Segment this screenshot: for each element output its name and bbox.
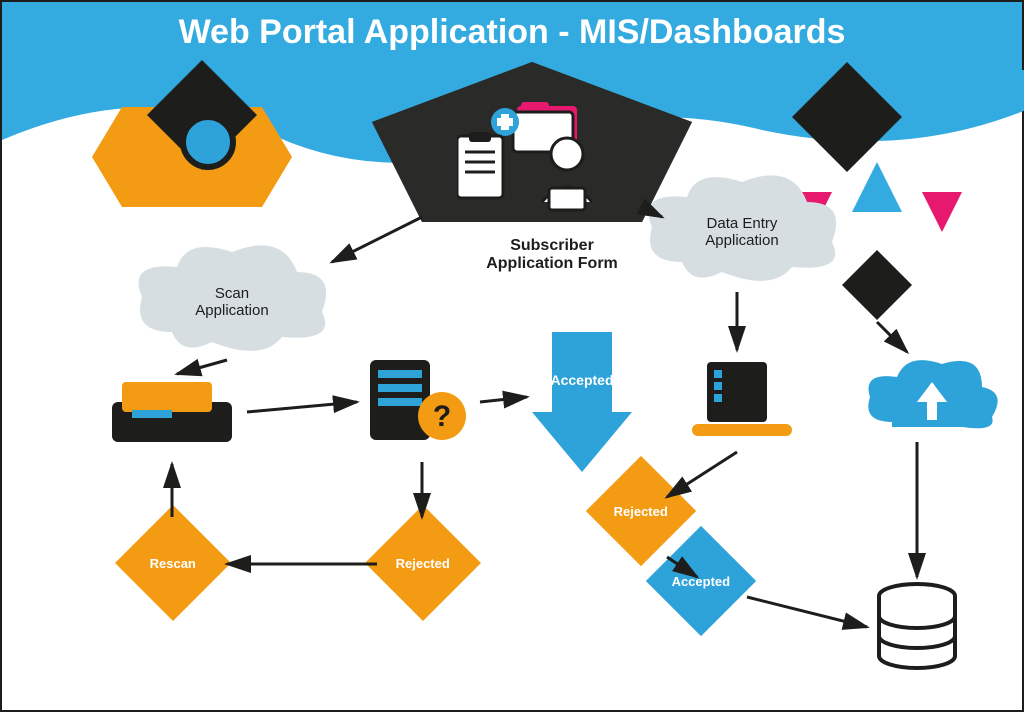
connectors [2, 2, 1024, 712]
diagram-canvas: Web Portal Application - MIS/Dashboards [0, 0, 1024, 712]
